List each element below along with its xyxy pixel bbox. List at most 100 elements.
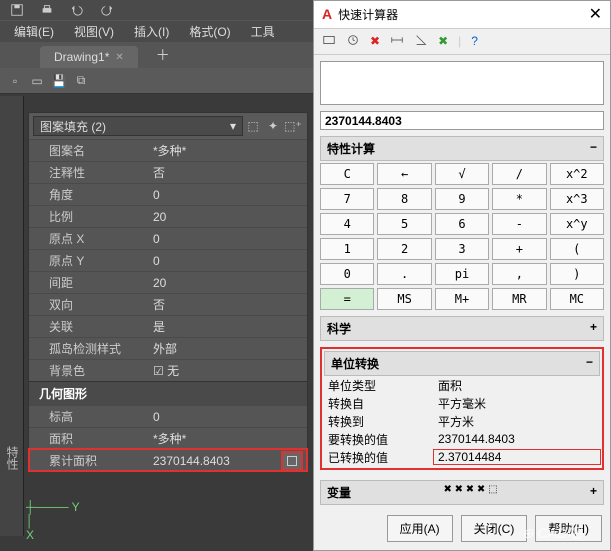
unit-value[interactable]: 2.37014484 xyxy=(434,450,600,464)
redo-icon[interactable] xyxy=(98,1,116,19)
property-value[interactable]: *多种* xyxy=(149,430,307,447)
key-8[interactable]: 8 xyxy=(377,188,431,210)
property-row[interactable]: 比例20 xyxy=(29,205,307,227)
key-x^3[interactable]: x^3 xyxy=(550,188,604,210)
key-,[interactable]: , xyxy=(492,263,546,285)
property-value[interactable]: 是 xyxy=(149,318,307,335)
new-tab-button[interactable]: ＋ xyxy=(148,42,178,68)
key-0[interactable]: 0 xyxy=(320,263,374,285)
key-MR[interactable]: MR xyxy=(492,288,546,310)
property-value[interactable]: 20 xyxy=(149,276,307,290)
property-value[interactable]: 否 xyxy=(149,296,307,313)
toggle-icon[interactable]: ⬚⁺ xyxy=(283,119,303,133)
section-scientific[interactable]: 科学+ xyxy=(320,316,604,341)
unit-value[interactable]: 面积 xyxy=(434,377,600,394)
section-variables[interactable]: 变量✖ ✖ ✖ ✖ ⬚+ xyxy=(320,480,604,505)
menu-tools[interactable]: 工具 xyxy=(241,21,285,42)
property-row[interactable]: 关联是 xyxy=(29,315,307,337)
tab-drawing1[interactable]: Drawing1* ✕ xyxy=(40,46,138,68)
apply-button[interactable]: 应用(A) xyxy=(387,515,453,542)
property-value[interactable]: 2370144.8403 xyxy=(149,454,281,468)
key-1[interactable]: 1 xyxy=(320,238,374,260)
close-icon[interactable]: ✕ xyxy=(115,52,123,63)
print-icon[interactable] xyxy=(38,1,56,19)
calc-result[interactable]: 2370144.8403 xyxy=(320,111,604,130)
menu-insert[interactable]: 插入(I) xyxy=(124,21,179,42)
quick-select-icon[interactable]: ⬚ xyxy=(243,119,263,133)
key-.[interactable]: . xyxy=(377,263,431,285)
property-row[interactable]: 图案名*多种* xyxy=(29,139,307,161)
property-row[interactable]: 面积*多种* xyxy=(29,427,307,449)
property-row[interactable]: 间距20 xyxy=(29,271,307,293)
key-*[interactable]: * xyxy=(492,188,546,210)
calculator-button[interactable] xyxy=(281,451,303,471)
key-2[interactable]: 2 xyxy=(377,238,431,260)
key-√[interactable]: √ xyxy=(435,163,489,185)
key-3[interactable]: 3 xyxy=(435,238,489,260)
distance-icon[interactable] xyxy=(390,33,404,50)
key-+[interactable]: + xyxy=(492,238,546,260)
intersect-icon[interactable]: ✖ xyxy=(438,34,448,48)
key-/[interactable]: / xyxy=(492,163,546,185)
selection-combo[interactable]: 图案填充 (2) ▾ xyxy=(33,116,243,136)
save-icon[interactable]: 💾 xyxy=(50,72,68,90)
history-icon[interactable] xyxy=(346,33,360,50)
save-icon[interactable] xyxy=(8,1,26,19)
unit-value[interactable]: 平方米 xyxy=(434,413,600,430)
property-row[interactable]: 原点 Y0 xyxy=(29,249,307,271)
property-row[interactable]: 孤岛检测样式外部 xyxy=(29,337,307,359)
property-row[interactable]: 注释性否 xyxy=(29,161,307,183)
unit-row[interactable]: 要转换的值2370144.8403 xyxy=(324,430,600,448)
quickcalc-titlebar[interactable]: A 快速计算器 ✕ xyxy=(314,1,610,29)
close-icon[interactable]: ✕ xyxy=(589,4,602,24)
property-value[interactable]: 否 xyxy=(149,164,307,181)
key-M+[interactable]: M+ xyxy=(435,288,489,310)
new-icon[interactable]: ▫ xyxy=(6,72,24,90)
unit-row[interactable]: 转换到平方米 xyxy=(324,412,600,430)
key-([interactable]: ( xyxy=(550,238,604,260)
key-pi[interactable]: pi xyxy=(435,263,489,285)
property-value[interactable]: 0 xyxy=(149,232,307,246)
help-icon[interactable]: ? xyxy=(471,34,478,48)
key-x^y[interactable]: x^y xyxy=(550,213,604,235)
angle-icon[interactable] xyxy=(414,33,428,50)
section-geometry[interactable]: 几何图形 xyxy=(29,381,307,405)
menu-view[interactable]: 视图(V) xyxy=(64,21,124,42)
calc-input[interactable] xyxy=(320,61,604,106)
unit-value[interactable]: 2370144.8403 xyxy=(434,432,600,446)
key-=[interactable]: = xyxy=(320,288,374,310)
section-props-calc[interactable]: 特性计算− xyxy=(320,136,604,161)
key-←[interactable]: ← xyxy=(377,163,431,185)
key-MC[interactable]: MC xyxy=(550,288,604,310)
key-C[interactable]: C xyxy=(320,163,374,185)
clear-icon[interactable] xyxy=(322,33,336,50)
key-)[interactable]: ) xyxy=(550,263,604,285)
unit-row[interactable]: 转换自平方毫米 xyxy=(324,394,600,412)
key--[interactable]: - xyxy=(492,213,546,235)
key-MS[interactable]: MS xyxy=(377,288,431,310)
key-5[interactable]: 5 xyxy=(377,213,431,235)
menu-format[interactable]: 格式(O) xyxy=(179,21,240,42)
unit-row[interactable]: 单位类型面积 xyxy=(324,376,600,394)
property-row[interactable]: 双向否 xyxy=(29,293,307,315)
key-9[interactable]: 9 xyxy=(435,188,489,210)
key-x^2[interactable]: x^2 xyxy=(550,163,604,185)
property-value[interactable]: 0 xyxy=(149,188,307,202)
paste-icon[interactable]: ✖ xyxy=(370,34,380,48)
property-value[interactable]: 20 xyxy=(149,210,307,224)
copy-icon[interactable]: ⧉ xyxy=(72,72,90,90)
section-unit-conv[interactable]: 单位转换− xyxy=(324,351,600,376)
key-6[interactable]: 6 xyxy=(435,213,489,235)
property-value[interactable]: ☑ 无 xyxy=(149,362,307,379)
open-icon[interactable]: ▭ xyxy=(28,72,46,90)
property-row[interactable]: 累计面积2370144.8403 xyxy=(29,449,307,471)
property-value[interactable]: 0 xyxy=(149,410,307,424)
key-4[interactable]: 4 xyxy=(320,213,374,235)
property-row[interactable]: 标高0 xyxy=(29,405,307,427)
property-row[interactable]: 背景色☑ 无 xyxy=(29,359,307,381)
property-row[interactable]: 角度0 xyxy=(29,183,307,205)
close-button[interactable]: 关闭(C) xyxy=(461,515,528,542)
pick-icon[interactable]: ✦ xyxy=(263,119,283,133)
property-value[interactable]: 0 xyxy=(149,254,307,268)
undo-icon[interactable] xyxy=(68,1,86,19)
